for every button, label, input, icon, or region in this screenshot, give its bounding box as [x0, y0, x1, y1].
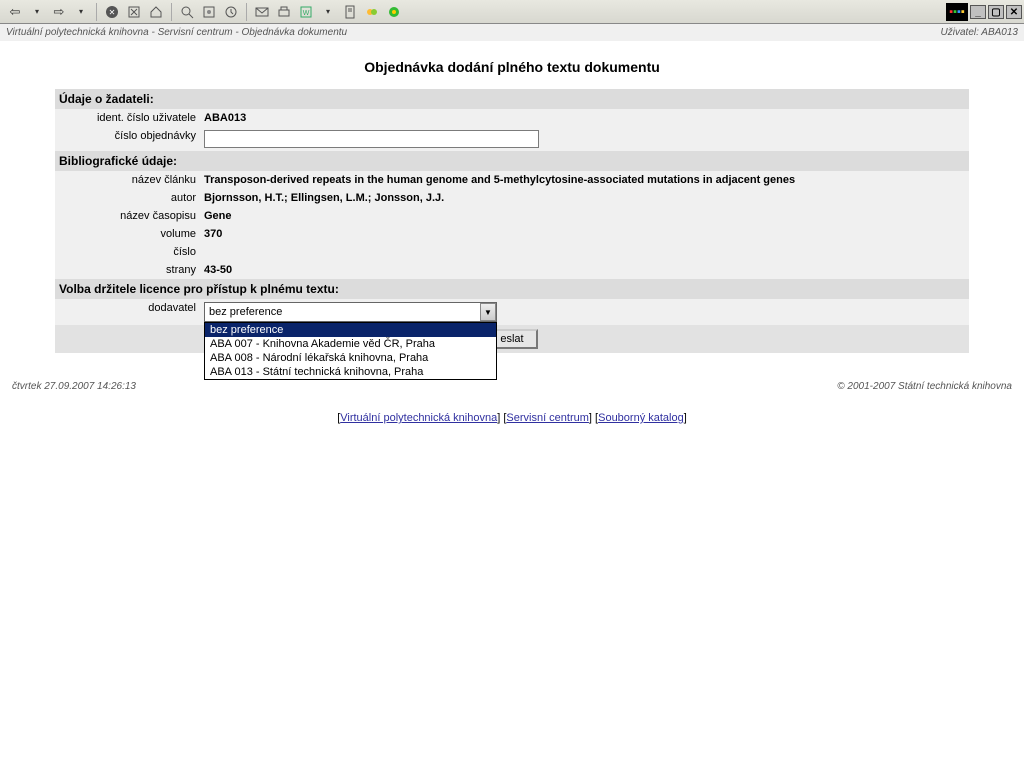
home-icon[interactable] [147, 3, 165, 21]
print-icon[interactable] [275, 3, 293, 21]
edit-menu-icon[interactable]: ▾ [319, 3, 337, 21]
value-author: Bjornsson, H.T.; Ellingsen, L.M.; Jonsso… [200, 189, 969, 207]
label-pages: strany [55, 261, 200, 279]
messenger-icon[interactable] [363, 3, 381, 21]
label-author: autor [55, 189, 200, 207]
forward-menu-icon[interactable]: ▾ [72, 3, 90, 21]
footer-links: [Virtuální polytechnická knihovna] [Serv… [0, 396, 1024, 440]
browser-toolbar: ⇦ ▾ ⇨ ▾ ✕ W ▾ ▪▪▪▪ _ ▢ ✕ [0, 0, 1024, 24]
label-issue: číslo [55, 243, 200, 261]
label-order-no: číslo objednávky [55, 127, 200, 151]
footer-timestamp: čtvrtek 27.09.2007 14:26:13 [12, 381, 136, 392]
label-journal: název časopisu [55, 207, 200, 225]
user-label: Uživatel: ABA013 [941, 27, 1018, 38]
window-controls: ▪▪▪▪ _ ▢ ✕ [946, 0, 1022, 24]
footer-copyright: © 2001-2007 Státní technická knihovna [837, 381, 1012, 392]
label-volume: volume [55, 225, 200, 243]
supplier-select[interactable]: bez preference ▼ bez preference ABA 007 … [204, 302, 497, 322]
value-volume: 370 [200, 225, 969, 243]
page-icon[interactable] [341, 3, 359, 21]
supplier-option[interactable]: bez preference [205, 323, 496, 337]
label-ident: ident. číslo uživatele [55, 109, 200, 127]
value-issue [200, 243, 969, 261]
close-button[interactable]: ✕ [1006, 5, 1022, 19]
windows-logo-icon: ▪▪▪▪ [946, 3, 968, 21]
maximize-button[interactable]: ▢ [988, 5, 1004, 19]
footer-bar: čtvrtek 27.09.2007 14:26:13 © 2001-2007 … [0, 377, 1024, 396]
value-ident: ABA013 [200, 109, 969, 127]
label-supplier: dodavatel [55, 299, 200, 325]
page-title: Objednávka dodání plného textu dokumentu [0, 41, 1024, 89]
history-icon[interactable] [222, 3, 240, 21]
breadcrumb-bar: Virtuální polytechnická knihovna - Servi… [0, 24, 1024, 41]
page-content: Virtuální polytechnická knihovna - Servi… [0, 24, 1024, 440]
refresh-icon[interactable] [125, 3, 143, 21]
supplier-selected-text: bez preference [209, 306, 282, 318]
breadcrumb: Virtuální polytechnická knihovna - Servi… [6, 27, 347, 38]
minimize-button[interactable]: _ [970, 5, 986, 19]
link-sc[interactable]: Servisní centrum [506, 412, 589, 424]
order-no-input[interactable] [204, 130, 539, 148]
stop-icon[interactable]: ✕ [103, 3, 121, 21]
section-biblio: Bibliografické údaje: [55, 151, 969, 171]
mail-icon[interactable] [253, 3, 271, 21]
back-icon[interactable]: ⇦ [6, 3, 24, 21]
search-icon[interactable] [178, 3, 196, 21]
label-article-title: název článku [55, 171, 200, 189]
supplier-option[interactable]: ABA 013 - Státní technická knihovna, Pra… [205, 365, 496, 379]
supplier-option[interactable]: ABA 008 - Národní lékařská knihovna, Pra… [205, 351, 496, 365]
svg-text:✕: ✕ [109, 8, 116, 17]
supplier-option[interactable]: ABA 007 - Knihovna Akademie věd ČR, Prah… [205, 337, 496, 351]
favorites-icon[interactable] [200, 3, 218, 21]
value-article-title: Transposon-derived repeats in the human … [200, 171, 969, 189]
back-menu-icon[interactable]: ▾ [28, 3, 46, 21]
order-form: Údaje o žadateli: ident. číslo uživatele… [55, 89, 969, 353]
forward-icon[interactable]: ⇨ [50, 3, 68, 21]
supplier-dropdown: bez preference ABA 007 - Knihovna Akadem… [204, 322, 497, 380]
icq-icon[interactable] [385, 3, 403, 21]
edit-icon[interactable]: W [297, 3, 315, 21]
value-journal: Gene [200, 207, 969, 225]
chevron-down-icon[interactable]: ▼ [480, 303, 496, 321]
value-pages: 43-50 [200, 261, 969, 279]
link-sk[interactable]: Souborný katalog [598, 412, 684, 424]
section-licence: Volba držitele licence pro přístup k pln… [55, 279, 969, 299]
link-vpk[interactable]: Virtuální polytechnická knihovna [340, 412, 497, 424]
svg-text:W: W [303, 10, 310, 17]
section-requester: Údaje o žadateli: [55, 89, 969, 109]
